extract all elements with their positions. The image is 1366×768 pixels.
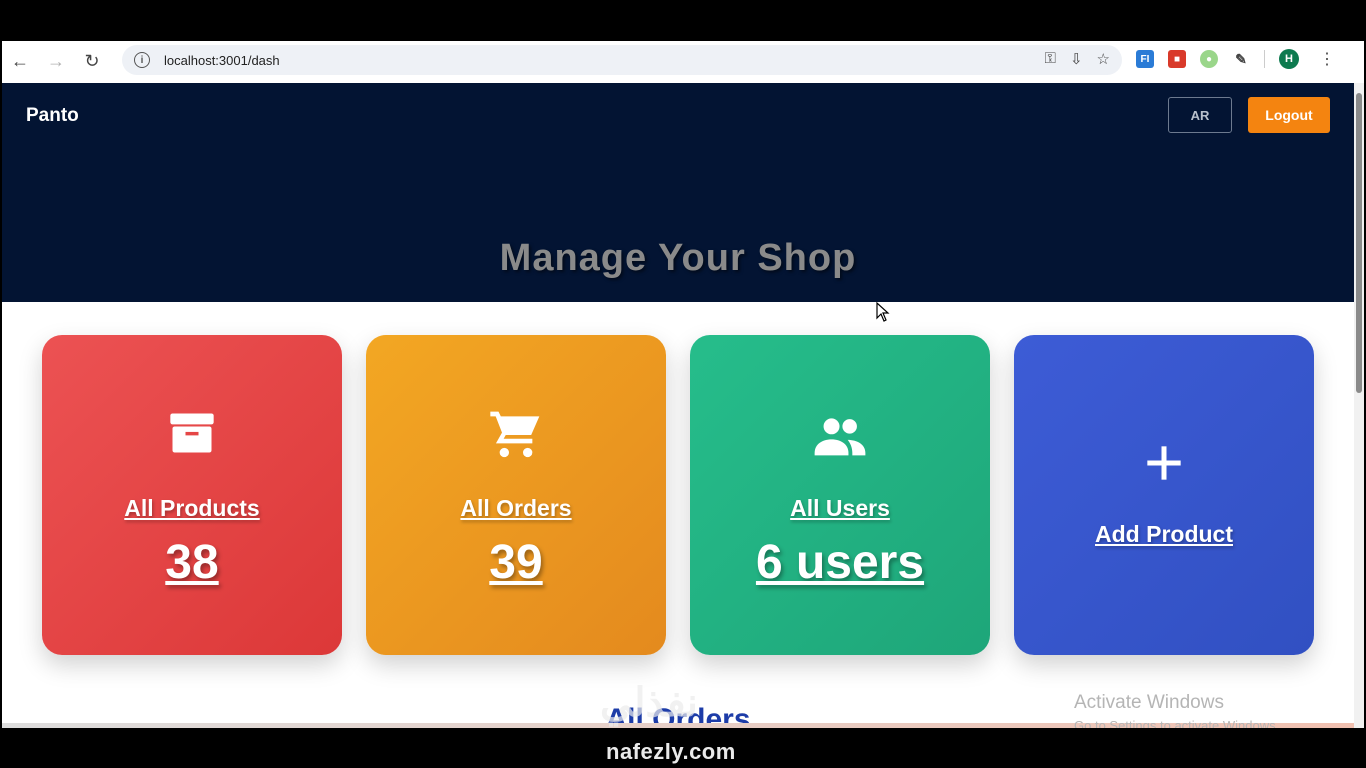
extension-green-icon[interactable]: ● xyxy=(1200,50,1218,68)
logout-button[interactable]: Logout xyxy=(1248,97,1330,133)
reload-icon[interactable]: ↻ xyxy=(74,43,110,79)
site-info-icon[interactable]: i xyxy=(134,52,150,68)
password-key-icon[interactable]: ⚿ xyxy=(1045,50,1056,68)
toolbar-separator xyxy=(1264,50,1265,68)
card-value[interactable]: 6 users xyxy=(690,535,990,590)
address-bar[interactable]: i localhost:3001/dash ⚿ ⇩ ☆ xyxy=(122,45,1122,75)
language-toggle-button[interactable]: AR xyxy=(1168,97,1232,133)
page-viewport: Panto AR Logout Manage Your Shop All Pro… xyxy=(2,83,1354,728)
browser-toolbar: ← → ↻ i localhost:3001/dash ⚿ ⇩ ☆ FI ■ ●… xyxy=(2,41,1364,81)
card-value[interactable]: 38 xyxy=(42,535,342,590)
card-all-users[interactable]: All Users 6 users xyxy=(690,335,990,655)
install-app-icon[interactable]: ⇩ xyxy=(1070,50,1083,68)
card-label[interactable]: All Products xyxy=(42,495,342,522)
hero-header: Panto AR Logout Manage Your Shop xyxy=(2,83,1354,302)
forward-arrow-icon[interactable]: → xyxy=(38,43,74,79)
watermark-text: nafezly.com xyxy=(606,739,736,764)
plus-icon xyxy=(1014,443,1314,483)
extension-red-icon[interactable]: ■ xyxy=(1168,50,1186,68)
users-group-icon xyxy=(690,407,990,465)
extension-fi-icon[interactable]: FI xyxy=(1136,50,1154,68)
url-text[interactable]: localhost:3001/dash xyxy=(164,53,280,68)
activate-subtitle: Go to Settings to activate Windows. xyxy=(1074,718,1280,728)
page-title: Manage Your Shop xyxy=(499,237,857,279)
browser-window: ← → ↻ i localhost:3001/dash ⚿ ⇩ ☆ FI ■ ●… xyxy=(2,41,1364,728)
archive-box-icon xyxy=(42,407,342,459)
page-scrollbar[interactable] xyxy=(1354,83,1364,728)
card-all-orders[interactable]: All Orders 39 xyxy=(366,335,666,655)
card-label[interactable]: All Users xyxy=(690,495,990,522)
profile-avatar[interactable]: H xyxy=(1279,49,1299,69)
card-label[interactable]: Add Product xyxy=(1014,521,1314,548)
bookmark-star-icon[interactable]: ☆ xyxy=(1097,50,1110,68)
menu-kebab-icon[interactable]: ⋮ xyxy=(1319,49,1335,69)
card-all-products[interactable]: All Products 38 xyxy=(42,335,342,655)
scrollbar-thumb[interactable] xyxy=(1356,93,1362,393)
extensions-area: FI ■ ● ✎ H ⋮ xyxy=(1136,49,1335,69)
back-arrow-icon[interactable]: ← xyxy=(2,43,38,79)
mouse-cursor-icon xyxy=(876,301,890,327)
watermark-arabic: نفذلي xyxy=(600,681,698,725)
card-label[interactable]: All Orders xyxy=(366,495,666,522)
card-value[interactable]: 39 xyxy=(366,535,666,590)
brand-logo[interactable]: Panto xyxy=(26,105,79,127)
activate-title: Activate Windows xyxy=(1074,692,1224,713)
card-add-product[interactable]: Add Product xyxy=(1014,335,1314,655)
video-letterbox-top xyxy=(0,0,1366,41)
extensions-puzzle-icon[interactable]: ✎ xyxy=(1232,50,1250,68)
windows-activation-notice: Activate Windows Go to Settings to activ… xyxy=(1074,692,1279,728)
shopping-cart-icon xyxy=(366,407,666,463)
